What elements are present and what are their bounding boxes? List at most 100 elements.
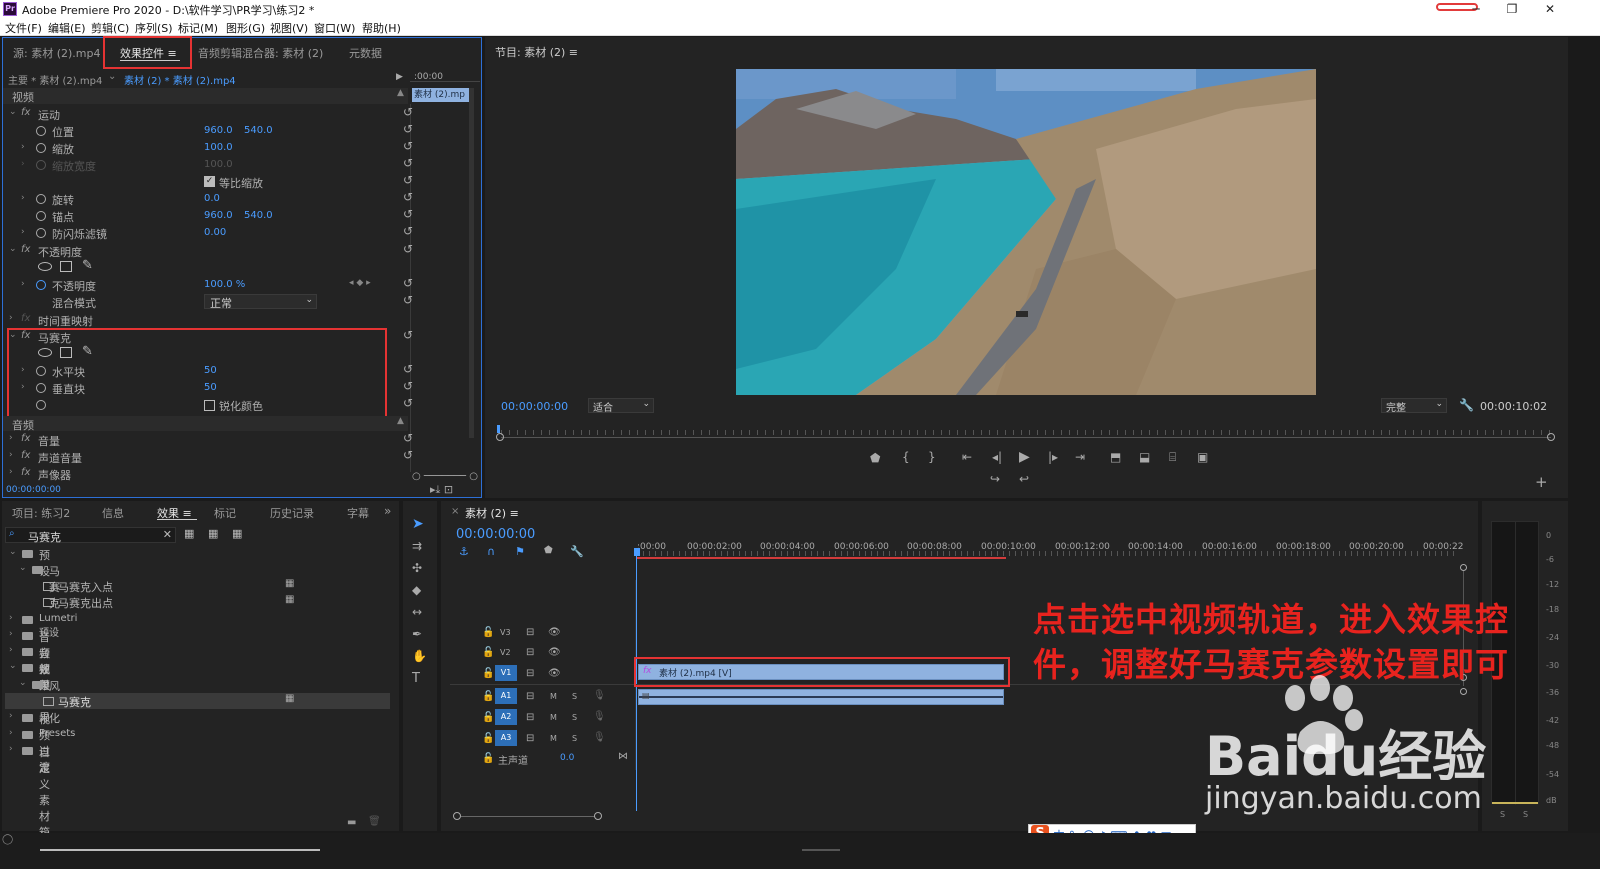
opacity-value[interactable]: 100.0 %: [204, 279, 245, 290]
track-target-v1[interactable]: V1: [495, 665, 517, 681]
reset-icon[interactable]: ↺: [403, 396, 413, 410]
chevron-down-icon[interactable]: ⌄: [9, 107, 17, 117]
reset-icon[interactable]: ↺: [403, 190, 413, 204]
step-forward-icon[interactable]: |▸: [1048, 450, 1058, 464]
timeline-settings-icon[interactable]: 🔧: [570, 545, 584, 558]
chevron-right-icon[interactable]: ›: [21, 279, 25, 289]
work-area-bar[interactable]: [637, 557, 1006, 559]
lock-icon[interactable]: 🔓: [482, 753, 494, 764]
play-icon[interactable]: ▶: [1019, 449, 1030, 465]
master-track-value[interactable]: 0.0: [560, 753, 574, 763]
rectangle-mask-icon[interactable]: [60, 261, 72, 272]
pen-mask-icon[interactable]: ✎: [82, 258, 93, 273]
stopwatch-icon[interactable]: [36, 143, 46, 153]
horizontal-zoom-right[interactable]: [594, 812, 602, 820]
mute-button[interactable]: M: [550, 713, 557, 722]
anchor-x-value[interactable]: 960.0: [204, 210, 233, 221]
chevron-right-icon[interactable]: ›: [9, 467, 13, 477]
solo-button[interactable]: S: [572, 692, 577, 701]
program-video-frame[interactable]: [736, 69, 1316, 395]
expand-timeline-icon[interactable]: ▶: [396, 72, 403, 82]
mic-icon[interactable]: 🎙: [593, 732, 606, 743]
tab-audio-clip-mixer[interactable]: 音频剪辑混合器: 素材 (2): [198, 45, 323, 61]
extract-icon[interactable]: ⬓: [1139, 450, 1150, 464]
mark-out-icon[interactable]: }: [928, 450, 936, 464]
keyframe-nav-icon[interactable]: ◂ ◆ ▸: [349, 278, 371, 288]
tab-metadata[interactable]: 元数据: [349, 45, 382, 61]
lock-icon[interactable]: 🔓: [482, 712, 494, 723]
flicker-value[interactable]: 0.00: [204, 227, 226, 238]
quality-select[interactable]: 完整 ⌄: [1381, 398, 1447, 414]
close-button[interactable]: ✕: [1530, 0, 1570, 18]
ripple-edit-tool-icon[interactable]: ✣: [412, 561, 422, 575]
mic-icon[interactable]: 🎙: [593, 711, 606, 722]
menu-marker[interactable]: 标记(M): [178, 20, 218, 36]
clear-search-icon[interactable]: ✕: [163, 528, 172, 541]
yuv-effects-icon[interactable]: ▦: [232, 527, 242, 540]
zoom-handle-right[interactable]: [1547, 433, 1555, 441]
menu-sequence[interactable]: 序列(S): [135, 20, 173, 36]
reset-icon[interactable]: ↺: [403, 156, 413, 170]
mic-icon[interactable]: 🎙: [593, 690, 606, 701]
zoom-handle-left[interactable]: [496, 433, 504, 441]
fx-icon[interactable]: fx: [21, 433, 30, 444]
reset-icon[interactable]: ↺: [403, 173, 413, 187]
sync-lock-icon[interactable]: ⊟: [526, 627, 534, 638]
go-to-out-icon[interactable]: ⇥: [1075, 450, 1085, 464]
lock-icon[interactable]: 🔓: [482, 691, 494, 702]
slip-tool-icon[interactable]: ↔: [412, 605, 422, 619]
snap-icon[interactable]: ∩: [487, 545, 495, 558]
program-scrub-bar[interactable]: [501, 437, 1551, 438]
fit-select[interactable]: 适合 ⌄: [588, 398, 654, 414]
track-select-tool-icon[interactable]: ⇉: [412, 539, 422, 553]
mute-button[interactable]: M: [550, 734, 557, 743]
blend-mode-select[interactable]: 正常 ⌄: [204, 294, 317, 310]
step-back-icon[interactable]: ◂|: [992, 450, 1002, 464]
fx-icon[interactable]: fx: [21, 450, 30, 461]
timeline-timecode[interactable]: 00:00:00:00: [456, 527, 535, 542]
reset-icon[interactable]: ↺: [403, 139, 413, 153]
stopwatch-icon[interactable]: [36, 228, 46, 238]
sync-lock-icon[interactable]: ⊟: [526, 668, 534, 679]
mark-in-icon[interactable]: {: [902, 450, 910, 464]
export-frame-icon[interactable]: ⌸: [1169, 450, 1176, 465]
selection-tool-icon[interactable]: ➤: [412, 516, 424, 532]
scale-value[interactable]: 100.0: [204, 142, 233, 153]
comparison-view-icon[interactable]: ▣: [1197, 450, 1208, 464]
maximize-button[interactable]: ❐: [1492, 0, 1532, 18]
eye-icon[interactable]: 👁: [548, 627, 561, 638]
tree-item-selected[interactable]: 马赛克 ▦: [5, 693, 390, 709]
tab-project[interactable]: 项目: 练习2: [12, 505, 70, 521]
program-playhead[interactable]: [497, 425, 500, 433]
go-to-in-icon[interactable]: ⇤: [962, 450, 972, 464]
reset-icon[interactable]: ↺: [403, 276, 413, 290]
menu-clip[interactable]: 剪辑(C): [91, 20, 129, 36]
rotation-value[interactable]: 0.0: [204, 193, 220, 204]
mini-scrollbar[interactable]: [469, 88, 474, 438]
menu-graphics[interactable]: 图形(G): [226, 20, 265, 36]
reset-icon[interactable]: ↺: [403, 105, 413, 119]
type-tool-icon[interactable]: T: [412, 671, 420, 686]
menu-window[interactable]: 窗口(W): [314, 20, 355, 36]
tree-item[interactable]: 马赛克出点 ▦: [5, 594, 390, 610]
reset-icon[interactable]: ↺: [403, 224, 413, 238]
menu-view[interactable]: 视图(V): [270, 20, 308, 36]
stopwatch-icon[interactable]: [36, 126, 46, 136]
overwrite-icon[interactable]: ↩: [1019, 472, 1029, 486]
fx-icon[interactable]: fx: [21, 107, 30, 118]
button-editor-plus-icon[interactable]: +: [1535, 473, 1548, 491]
reset-icon[interactable]: ↺: [403, 431, 413, 445]
chevron-right-icon[interactable]: ›: [9, 313, 13, 323]
menu-file[interactable]: 文件(F): [5, 20, 42, 36]
horizontal-scrollbar[interactable]: [461, 816, 595, 817]
reset-icon[interactable]: ↺: [403, 293, 413, 307]
stopwatch-icon[interactable]: [36, 280, 46, 290]
reset-icon[interactable]: ↺: [403, 362, 413, 376]
menu-edit[interactable]: 编辑(E): [48, 20, 86, 36]
linked-selection-icon[interactable]: ⚑: [515, 545, 525, 558]
track-target-a1[interactable]: A1: [495, 688, 517, 704]
tree-item[interactable]: 马赛克入点 ▦: [5, 578, 390, 594]
chevron-right-icon[interactable]: ›: [21, 227, 25, 237]
master-clip-label[interactable]: 主要 * 素材 (2).mp4: [8, 72, 102, 87]
audio-clip-a1[interactable]: ▤: [638, 689, 1004, 705]
